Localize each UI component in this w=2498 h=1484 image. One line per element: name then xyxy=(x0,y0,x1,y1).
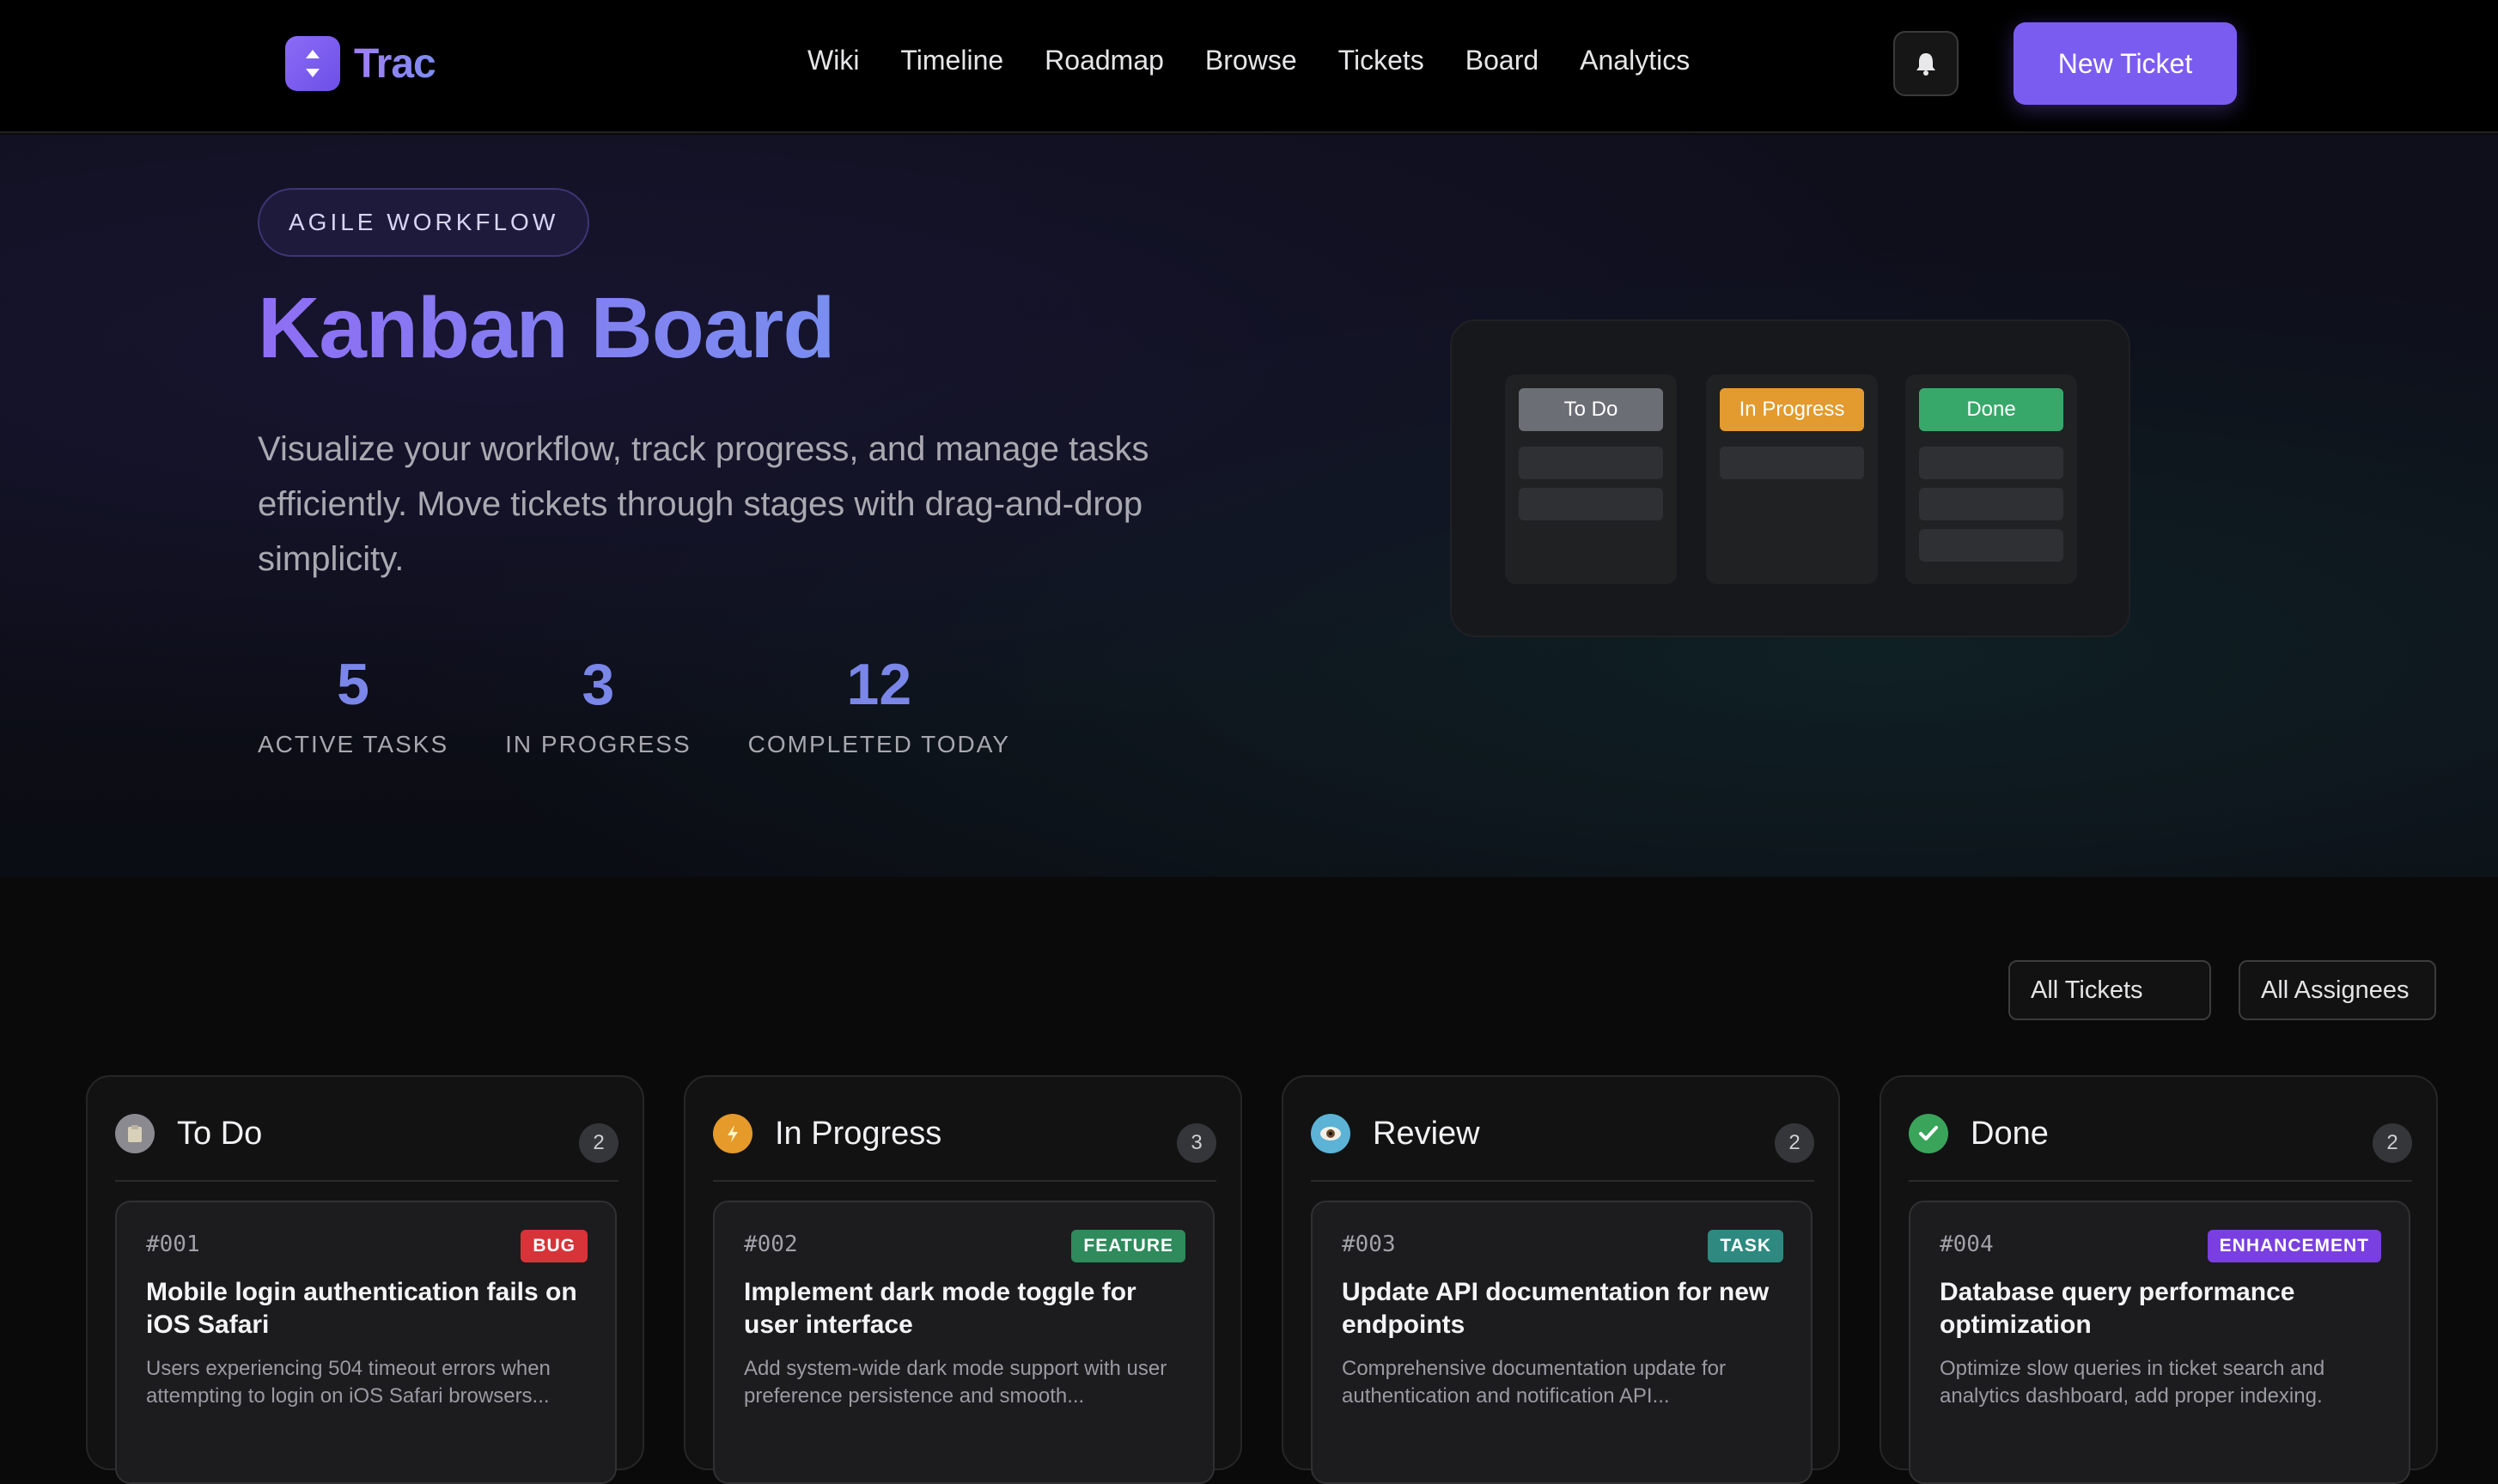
mini-column-label: To Do xyxy=(1519,388,1663,431)
ticket-type-badge: FEATURE xyxy=(1071,1230,1185,1262)
top-nav: Trac Wiki Timeline Roadmap Browse Ticket… xyxy=(0,0,2498,133)
stat-completed-today: 12 COMPLETED TODAY xyxy=(748,650,1010,758)
notifications-button[interactable] xyxy=(1893,31,1959,96)
nav-link-board[interactable]: Board xyxy=(1465,45,1538,76)
column-in-progress: In Progress 3 #002 FEATURE Implement dar… xyxy=(684,1075,1242,1484)
mini-card xyxy=(1519,488,1663,520)
ticket-type-badge: BUG xyxy=(521,1230,588,1262)
brand-name: Trac xyxy=(354,40,436,87)
column-review: Review 2 #003 TASK Update API documentat… xyxy=(1282,1075,1840,1484)
checkmark-icon xyxy=(1909,1114,1948,1153)
mini-column-todo: To Do xyxy=(1505,374,1677,584)
column-count-badge: 2 xyxy=(2373,1123,2412,1163)
mini-column-label: Done xyxy=(1919,388,2063,431)
hero-section: AGILE WORKFLOW Kanban Board Visualize yo… xyxy=(0,135,2498,877)
stat-value: 5 xyxy=(337,652,369,717)
column-header: In Progress 3 xyxy=(713,1106,1216,1182)
stat-label: ACTIVE TASKS xyxy=(258,731,449,757)
new-ticket-button[interactable]: New Ticket xyxy=(2014,22,2237,105)
column-header: Done 2 xyxy=(1909,1106,2412,1182)
mini-card xyxy=(1519,447,1663,479)
nav-links: Wiki Timeline Roadmap Browse Tickets Boa… xyxy=(807,45,1731,76)
nav-link-roadmap[interactable]: Roadmap xyxy=(1045,45,1164,76)
hero-description: Visualize your workflow, track progress,… xyxy=(258,430,1149,578)
ticket-description: Optimize slow queries in ticket search a… xyxy=(1940,1357,2325,1408)
column-title: Done xyxy=(1971,1115,2049,1152)
column-count-badge: 2 xyxy=(1775,1123,1814,1163)
mini-card xyxy=(1919,488,2063,520)
ticket-description: Users experiencing 504 timeout errors wh… xyxy=(146,1357,551,1408)
ticket-type-badge: TASK xyxy=(1708,1230,1783,1262)
mini-column-in-progress: In Progress xyxy=(1706,374,1878,584)
column-title: In Progress xyxy=(775,1115,942,1152)
column-count-badge: 3 xyxy=(1177,1123,1216,1163)
mini-column-label: In Progress xyxy=(1720,388,1864,431)
brand[interactable]: Trac xyxy=(285,36,436,91)
bell-icon xyxy=(1916,53,1935,76)
ticket-card[interactable]: #004 ENHANCEMENT Database query performa… xyxy=(1909,1201,2410,1484)
lightning-icon xyxy=(713,1114,752,1153)
ticket-description: Add system-wide dark mode support with u… xyxy=(744,1357,1167,1408)
stat-value: 12 xyxy=(846,652,912,717)
nav-link-analytics[interactable]: Analytics xyxy=(1580,45,1690,76)
eye-icon xyxy=(1311,1114,1350,1153)
nav-link-browse[interactable]: Browse xyxy=(1205,45,1297,76)
mini-card xyxy=(1919,529,2063,562)
ticket-card[interactable]: #002 FEATURE Implement dark mode toggle … xyxy=(713,1201,1215,1484)
ticket-title: Update API documentation for new endpoin… xyxy=(1342,1278,1770,1339)
column-done: Done 2 #004 ENHANCEMENT Database query p… xyxy=(1880,1075,2438,1484)
ticket-title: Mobile login authentication fails on iOS… xyxy=(146,1278,577,1339)
nav-link-tickets[interactable]: Tickets xyxy=(1338,45,1424,76)
ticket-id: #003 xyxy=(1342,1232,1396,1257)
ticket-id: #001 xyxy=(146,1232,200,1257)
mini-column-done: Done xyxy=(1905,374,2077,584)
assignee-filter-select[interactable]: All Assignees xyxy=(2239,960,2436,1020)
stat-label: IN PROGRESS xyxy=(505,731,692,757)
ticket-id: #002 xyxy=(744,1232,798,1257)
stat-value: 3 xyxy=(582,652,615,717)
ticket-id: #004 xyxy=(1940,1232,1994,1257)
ticket-description: Comprehensive documentation update for a… xyxy=(1342,1357,1726,1408)
page-title: Kanban Board xyxy=(258,280,835,376)
nav-link-timeline[interactable]: Timeline xyxy=(900,45,1003,76)
stats-row: 5 ACTIVE TASKS 3 IN PROGRESS 12 COMPLETE… xyxy=(258,650,1067,758)
board-preview-illustration: To Do In Progress Done xyxy=(1450,319,2130,637)
ticket-filter-select[interactable]: All Tickets xyxy=(2008,960,2211,1020)
column-title: To Do xyxy=(177,1115,263,1152)
column-header: Review 2 xyxy=(1311,1106,1814,1182)
stat-active-tasks: 5 ACTIVE TASKS xyxy=(258,650,448,758)
ticket-title: Database query performance optimization xyxy=(1940,1278,2295,1339)
stat-in-progress: 3 IN PROGRESS xyxy=(505,650,691,758)
mini-card xyxy=(1919,447,2063,479)
stat-label: COMPLETED TODAY xyxy=(747,731,1011,757)
column-header: To Do 2 xyxy=(115,1106,618,1182)
logo-icon xyxy=(285,36,340,91)
mini-card xyxy=(1720,447,1864,479)
ticket-card[interactable]: #001 BUG Mobile login authentication fai… xyxy=(115,1201,617,1484)
column-count-badge: 2 xyxy=(579,1123,618,1163)
nav-link-wiki[interactable]: Wiki xyxy=(807,45,859,76)
ticket-type-badge: ENHANCEMENT xyxy=(2207,1230,2381,1262)
eyebrow-badge: AGILE WORKFLOW xyxy=(258,188,590,257)
column-todo: To Do 2 #001 BUG Mobile login authentica… xyxy=(86,1075,644,1484)
ticket-card[interactable]: #003 TASK Update API documentation for n… xyxy=(1311,1201,1813,1484)
clipboard-icon xyxy=(115,1114,155,1153)
ticket-title: Implement dark mode toggle for user inte… xyxy=(744,1278,1136,1339)
column-title: Review xyxy=(1373,1115,1480,1152)
